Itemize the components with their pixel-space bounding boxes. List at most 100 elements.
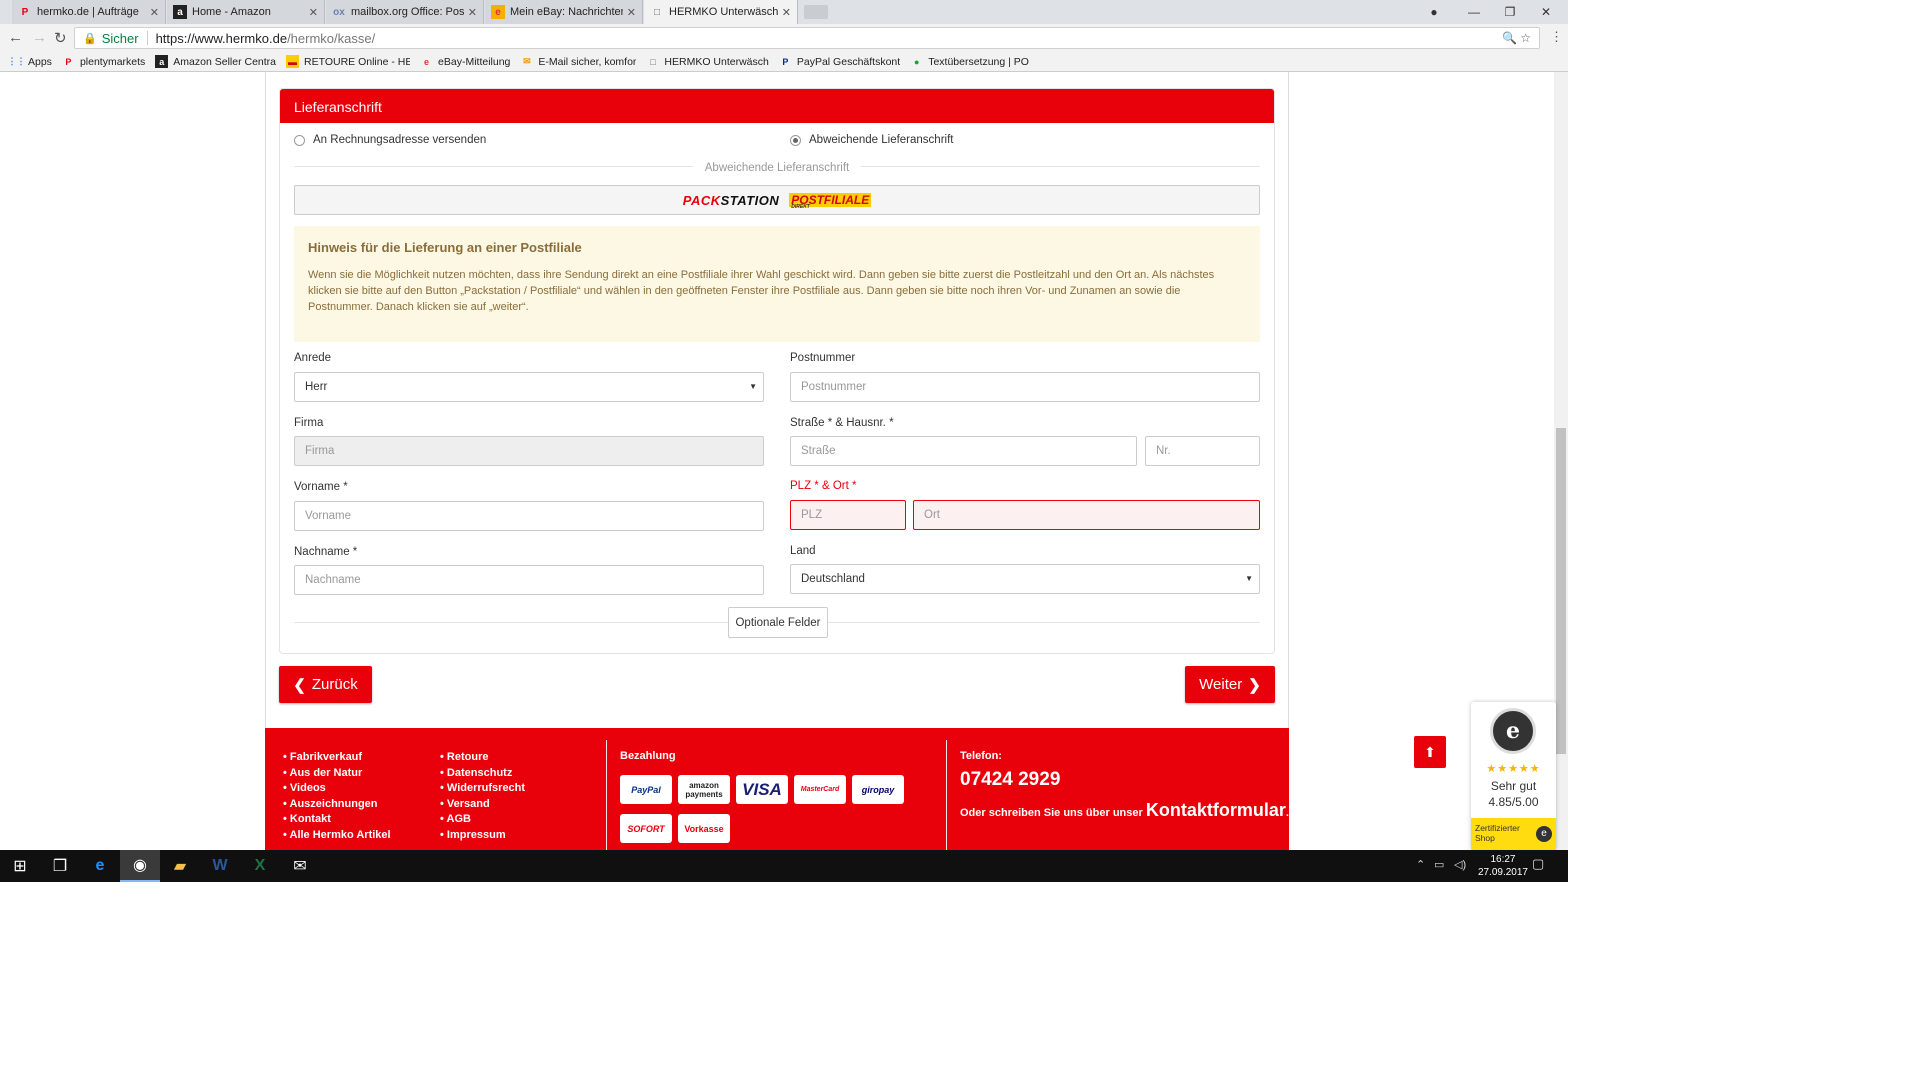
zoom-star-icons[interactable]: 🔍 ☆ <box>1502 31 1531 45</box>
packstation-logo-part: STATION <box>720 192 780 208</box>
payment-title: Bezahlung <box>620 750 676 762</box>
bookmark-plentymarkets[interactable]: Pplentymarkets <box>62 55 145 68</box>
reload-icon[interactable]: ↻ <box>54 29 67 47</box>
optional-fields-button[interactable]: Optionale Felder <box>728 607 828 638</box>
contact-form-link[interactable]: Kontaktformular <box>1146 800 1286 820</box>
back-icon[interactable]: ← <box>8 29 23 46</box>
plz-input[interactable]: PLZ <box>790 500 906 530</box>
file-explorer-icon[interactable]: ▰ <box>160 850 200 882</box>
strasse-input[interactable]: Straße <box>790 436 1137 466</box>
tab-mailbox[interactable]: ox mailbox.org Office: Poste ✕ <box>326 0 484 24</box>
windows-start-icon[interactable]: ⊞ <box>0 850 40 882</box>
bookmarks-bar: ⋮⋮ Apps Pplentymarkets a Amazon Seller Cen… <box>0 52 1568 72</box>
land-value: Deutschland <box>801 573 865 585</box>
profile-icon[interactable]: ● <box>1414 0 1454 24</box>
restore-button[interactable]: ❐ <box>1490 0 1530 24</box>
word-icon[interactable]: W <box>200 850 240 882</box>
bookmark-label: HERMKO Unterwäsch <box>664 55 769 68</box>
close-window-button[interactable]: ✕ <box>1526 0 1566 24</box>
mail-icon[interactable]: ✉ <box>280 850 320 882</box>
bookmark-apps[interactable]: ⋮⋮ Apps <box>10 55 52 68</box>
bookmark-paypal[interactable]: P PayPal Geschäftskont <box>779 55 900 68</box>
scrollbar-thumb[interactable] <box>1556 428 1566 754</box>
close-icon[interactable]: ✕ <box>468 6 477 19</box>
radio-label: An Rechnungsadresse versenden <box>313 134 487 146</box>
footer-link[interactable]: Videos <box>283 781 391 797</box>
new-tab-button[interactable] <box>804 5 828 19</box>
tray-chevron-icon[interactable]: ⌃ <box>1416 858 1425 871</box>
bookmark-translate[interactable]: ● Textübersetzung | PO <box>910 55 1029 68</box>
anrede-select[interactable]: Herr ▼ <box>294 372 764 402</box>
phone-label: Telefon: <box>960 750 1002 762</box>
footer-link[interactable]: Aus der Natur <box>283 766 391 782</box>
bookmark-label: Amazon Seller Centra <box>173 55 277 68</box>
land-select[interactable]: Deutschland ▼ <box>790 564 1260 594</box>
excel-icon[interactable]: X <box>240 850 280 882</box>
clock[interactable]: 16:27 27.09.2017 <box>1478 853 1528 879</box>
trusted-shops-badge[interactable]: e ★★★★★ Sehr gut 4.85/5.00 Zertifizierte… <box>1471 702 1556 850</box>
label-nachname: Nachname * <box>294 546 358 558</box>
scroll-to-top-button[interactable]: ⬆ <box>1414 736 1446 768</box>
label-vorname: Vorname * <box>294 481 348 493</box>
packstation-postfiliale-button[interactable]: PACKSTATION POSTFILIALE DIREKT <box>294 185 1260 215</box>
tab-amazon[interactable]: a Home - Amazon ✕ <box>167 0 325 24</box>
placeholder: Nr. <box>1156 445 1171 457</box>
close-icon[interactable]: ✕ <box>150 6 159 19</box>
task-view-icon[interactable]: ❐ <box>40 850 80 882</box>
trusted-e-icon: e <box>1536 826 1552 842</box>
tab-hermko-unterwaesche[interactable]: □ HERMKO Unterwäsche ✕ <box>644 0 798 24</box>
vorname-input[interactable]: Vorname <box>294 501 764 531</box>
footer-link[interactable]: Versand <box>440 797 525 813</box>
paypal-logo: PayPal <box>620 775 672 804</box>
tab-hermko-auftraege[interactable]: P hermko.de | Aufträge ✕ <box>12 0 166 24</box>
close-icon[interactable]: ✕ <box>627 6 636 19</box>
bookmark-email[interactable]: ✉ E-Mail sicher, komfor <box>520 55 636 68</box>
edge-icon[interactable]: e <box>80 850 120 882</box>
panel-title: Lieferanschrift <box>280 89 1274 123</box>
placeholder: Ort <box>924 509 940 521</box>
footer-link[interactable]: Retoure <box>440 750 525 766</box>
tab-ebay[interactable]: e Mein eBay: Nachrichten ✕ <box>485 0 643 24</box>
radio-circle-selected <box>790 134 801 146</box>
ort-input[interactable]: Ort <box>913 500 1260 530</box>
footer-link[interactable]: Widerrufsrecht <box>440 781 525 797</box>
footer-link[interactable]: AGB <box>440 812 525 828</box>
close-icon[interactable]: ✕ <box>782 6 791 19</box>
url-input[interactable]: 🔒 Sicher https://www.hermko.de/hermko/ka… <box>74 27 1540 49</box>
footer-link[interactable]: Kontakt <box>283 812 391 828</box>
bookmark-retoure[interactable]: ▬ RETOURE Online - HE <box>286 55 410 68</box>
footer-link[interactable]: Auszeichnungen <box>283 797 391 813</box>
contact-text-prefix: Oder schreiben Sie uns über unser <box>960 807 1146 819</box>
network-icon[interactable]: ▭ <box>1434 858 1444 871</box>
nachname-input[interactable]: Nachname <box>294 565 764 595</box>
scrollbar[interactable] <box>1554 72 1568 850</box>
radio-alt-address[interactable]: Abweichende Lieferanschrift <box>790 134 953 146</box>
menu-icon[interactable]: ⋮ <box>1550 29 1563 45</box>
bookmark-amazon-seller[interactable]: a Amazon Seller Centra <box>155 55 276 68</box>
amazon-icon: a <box>155 55 169 68</box>
notifications-icon[interactable]: ▢ <box>1532 856 1544 872</box>
postnummer-input[interactable]: Postnummer <box>790 372 1260 402</box>
phone-number[interactable]: 07424 2929 <box>960 769 1060 791</box>
placeholder: Vorname <box>305 510 352 522</box>
minimize-button[interactable]: — <box>1454 0 1494 24</box>
next-button[interactable]: Weiter ❯ <box>1185 666 1275 703</box>
bookmark-ebay[interactable]: e eBay-Mitteilung <box>420 55 510 68</box>
radio-billing-address[interactable]: An Rechnungsadresse versenden <box>294 134 486 146</box>
close-icon[interactable]: ✕ <box>309 6 318 19</box>
tab-title: Home - Amazon <box>192 6 271 18</box>
forward-icon[interactable]: → <box>32 29 47 46</box>
footer-link[interactable]: Datenschutz <box>440 766 525 782</box>
bookmark-hermko[interactable]: □ HERMKO Unterwäsch <box>646 55 769 68</box>
firma-input[interactable]: Firma <box>294 436 764 466</box>
chrome-icon[interactable]: ◉ <box>120 850 160 882</box>
label-firma: Firma <box>294 417 324 429</box>
hausnummer-input[interactable]: Nr. <box>1145 436 1260 466</box>
volume-icon[interactable]: ◁) <box>1454 858 1466 871</box>
footer-link[interactable]: Alle Hermko Artikel <box>283 828 391 844</box>
footer-link[interactable]: Fabrikverkauf <box>283 750 391 766</box>
sofort-logo: SOFORT <box>620 814 672 843</box>
tab-bar: P hermko.de | Aufträge ✕ a Home - Amazon… <box>0 0 1568 24</box>
footer-link[interactable]: Impressum <box>440 828 525 844</box>
back-button[interactable]: ❮ Zurück <box>279 666 372 703</box>
